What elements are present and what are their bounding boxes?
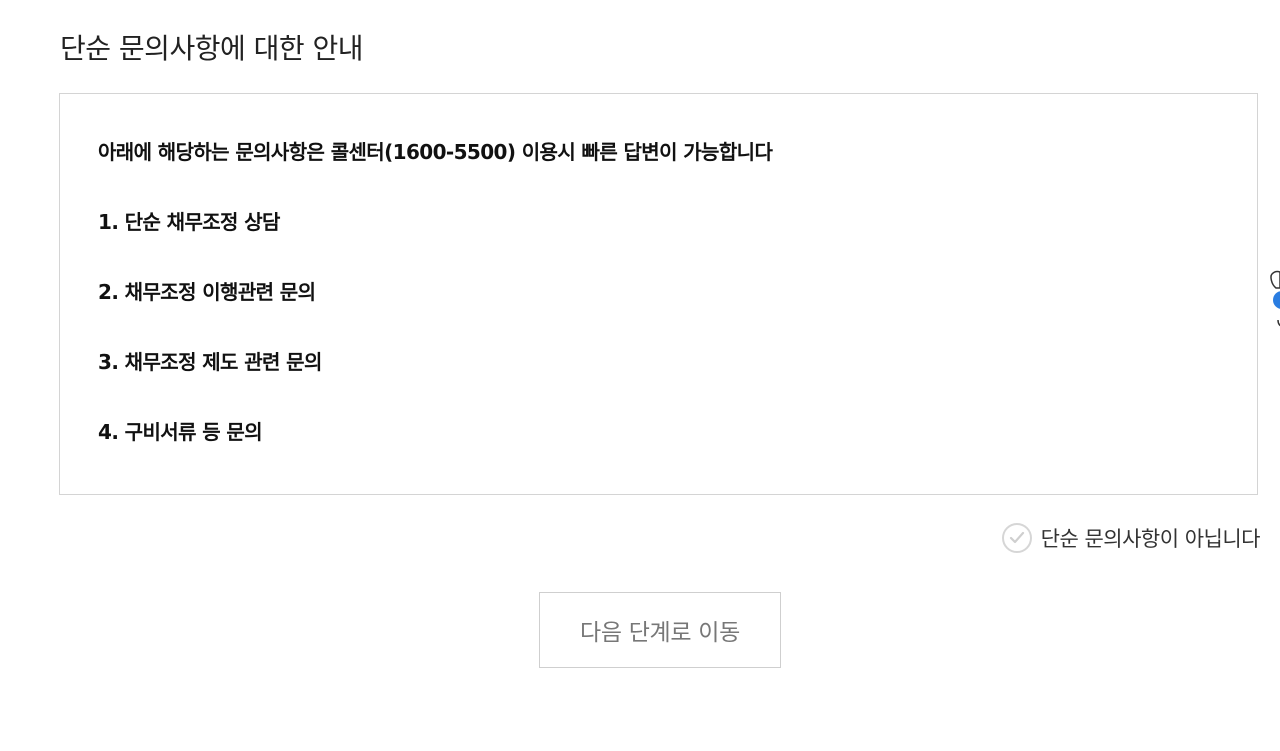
notice-box: 아래에 해당하는 문의사항은 콜센터(1600-5500) 이용시 빠른 답변이…: [59, 93, 1258, 495]
notice-item-2: 2. 채무조정 이행관련 문의: [98, 280, 316, 304]
chatbot-mascot-icon[interactable]: [1268, 262, 1280, 332]
page: 단순 문의사항에 대한 안내 아래에 해당하는 문의사항은 콜센터(1600-5…: [0, 0, 1280, 751]
notice-item-1: 1. 단순 채무조정 상담: [98, 210, 280, 234]
notice-item-4: 4. 구비서류 등 문의: [98, 420, 263, 444]
next-step-button[interactable]: 다음 단계로 이동: [539, 592, 781, 668]
checkbox-label: 단순 문의사항이 아닙니다: [1040, 527, 1261, 551]
not-simple-inquiry-checkbox[interactable]: 단순 문의사항이 아닙니다: [1001, 520, 1261, 556]
notice-intro: 아래에 해당하는 문의사항은 콜센터(1600-5500) 이용시 빠른 답변이…: [98, 140, 773, 164]
checkmark-icon: [1009, 531, 1024, 544]
notice-item-3: 3. 채무조정 제도 관련 문의: [98, 350, 322, 374]
checkbox-circle[interactable]: [1001, 523, 1032, 553]
page-title: 단순 문의사항에 대한 안내: [60, 32, 364, 65]
